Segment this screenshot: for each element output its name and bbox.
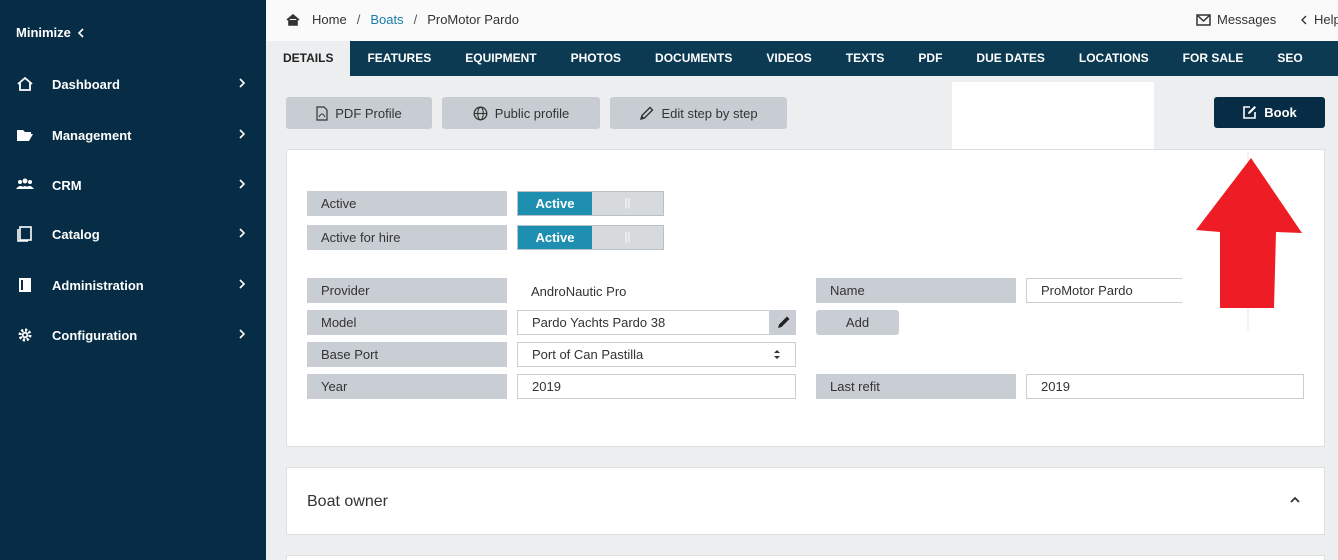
tab-due-dates[interactable]: DUE DATES bbox=[959, 41, 1061, 76]
home-icon bbox=[17, 76, 33, 91]
breadcrumb-home[interactable]: Home bbox=[312, 12, 347, 27]
year-label: Year bbox=[307, 374, 507, 399]
tab-texts[interactable]: TEXTS bbox=[829, 41, 902, 76]
provider-value: AndroNautic Pro bbox=[531, 284, 627, 299]
last-refit-label: Last refit bbox=[816, 374, 1016, 399]
pdf-profile-button[interactable]: PDF Profile bbox=[286, 97, 432, 129]
sidebar-item-label: Catalog bbox=[52, 227, 100, 242]
year-input[interactable]: 2019 bbox=[517, 374, 796, 399]
sidebar-item-label: Dashboard bbox=[52, 77, 120, 92]
book-button[interactable]: Book bbox=[1214, 97, 1325, 128]
sidebar-item-label: Administration bbox=[52, 278, 144, 293]
chevron-right-icon bbox=[239, 129, 246, 139]
base-port-value: Port of Can Pastilla bbox=[532, 347, 644, 362]
tab-for-sale[interactable]: FOR SALE bbox=[1166, 41, 1261, 76]
book-label: Book bbox=[1264, 105, 1297, 120]
chevron-right-icon bbox=[239, 279, 246, 289]
chevron-right-icon bbox=[239, 78, 246, 88]
tab-features[interactable]: FEATURES bbox=[350, 41, 448, 76]
overlay-block bbox=[952, 82, 1154, 150]
active-for-hire-toggle-on: Active bbox=[518, 226, 592, 249]
breadcrumb: Home / Boats / ProMotor Pardo bbox=[286, 12, 519, 27]
folder-open-icon bbox=[17, 130, 33, 141]
active-for-hire-toggle-off: || bbox=[592, 226, 663, 249]
sidebar-item-label: Management bbox=[52, 128, 132, 143]
catalog-icon bbox=[17, 226, 32, 242]
chevron-right-icon bbox=[239, 228, 246, 238]
tab-videos[interactable]: VIDEOS bbox=[749, 41, 828, 76]
breadcrumb-separator: / bbox=[356, 12, 361, 27]
minimize-toggle[interactable]: Minimize bbox=[16, 25, 85, 40]
active-toggle[interactable]: Active || bbox=[517, 191, 664, 216]
sidebar-item-catalog[interactable]: Catalog bbox=[0, 218, 266, 250]
name-label: Name bbox=[816, 278, 1016, 303]
edit-step-label: Edit step by step bbox=[661, 105, 758, 121]
sidebar-item-dashboard[interactable]: Dashboard bbox=[0, 68, 266, 100]
model-input[interactable]: Pardo Yachts Pardo 38 bbox=[517, 310, 770, 335]
sort-arrows-icon bbox=[774, 350, 780, 359]
book-icon bbox=[19, 278, 31, 292]
tab-pdf[interactable]: PDF bbox=[901, 41, 959, 76]
active-toggle-off: || bbox=[592, 192, 663, 215]
messages-label: Messages bbox=[1217, 12, 1277, 27]
tab-equipment[interactable]: EQUIPMENT bbox=[448, 41, 553, 76]
sidebar-item-label: CRM bbox=[52, 178, 82, 193]
edit-square-icon bbox=[1243, 106, 1257, 119]
tab-photos[interactable]: PHOTOS bbox=[554, 41, 638, 76]
breadcrumb-separator: / bbox=[413, 12, 418, 27]
pdf-profile-label: PDF Profile bbox=[335, 105, 402, 121]
sidebar-item-label: Configuration bbox=[52, 328, 138, 343]
breadcrumb-boats[interactable]: Boats bbox=[370, 12, 403, 27]
sidebar-item-management[interactable]: Management bbox=[0, 119, 266, 151]
sidebar-item-configuration[interactable]: Configuration bbox=[0, 319, 266, 351]
envelope-icon bbox=[1196, 13, 1211, 26]
tab-details[interactable]: DETAILS bbox=[266, 41, 351, 76]
base-port-select[interactable]: Port of Can Pastilla bbox=[517, 342, 796, 367]
boat-owner-title: Boat owner bbox=[307, 493, 388, 510]
public-profile-button[interactable]: Public profile bbox=[442, 97, 600, 129]
users-icon bbox=[16, 178, 34, 189]
chevron-left-icon bbox=[77, 27, 84, 38]
provider-label: Provider bbox=[307, 278, 507, 303]
public-profile-label: Public profile bbox=[494, 105, 570, 121]
edit-step-by-step-button[interactable]: Edit step by step bbox=[610, 97, 787, 129]
model-label: Model bbox=[307, 310, 507, 335]
active-for-hire-toggle[interactable]: Active || bbox=[517, 225, 664, 250]
next-panel bbox=[286, 555, 1325, 560]
minimize-label: Minimize bbox=[16, 25, 71, 40]
globe-icon bbox=[473, 106, 488, 120]
model-edit-button[interactable] bbox=[770, 310, 796, 335]
chevron-right-icon bbox=[239, 179, 246, 189]
gear-icon bbox=[18, 328, 32, 342]
pdf-file-icon bbox=[316, 105, 328, 121]
chevron-left-icon bbox=[1301, 15, 1307, 24]
tab-seo[interactable]: SEO bbox=[1260, 41, 1319, 76]
arrow-up-icon bbox=[1196, 152, 1302, 330]
sidebar: Minimize Dashboard Management CRM Catalo… bbox=[0, 0, 266, 560]
sidebar-item-crm[interactable]: CRM bbox=[0, 169, 266, 201]
breadcrumb-current: ProMotor Pardo bbox=[427, 12, 519, 27]
sidebar-item-administration[interactable]: Administration bbox=[0, 269, 266, 301]
help-label: Help bbox=[1314, 12, 1338, 27]
boat-owner-panel[interactable]: Boat owner bbox=[286, 467, 1325, 535]
pencil-icon bbox=[640, 106, 654, 120]
chevron-right-icon bbox=[239, 329, 246, 339]
messages-link[interactable]: Messages bbox=[1196, 12, 1276, 27]
active-for-hire-label: Active for hire bbox=[307, 225, 507, 250]
home-icon[interactable] bbox=[286, 13, 300, 26]
top-bar: Home / Boats / ProMotor Pardo Messages H… bbox=[266, 0, 1338, 41]
pencil-icon bbox=[777, 316, 789, 328]
chevron-up-icon[interactable] bbox=[1288, 495, 1302, 505]
active-label: Active bbox=[307, 191, 507, 216]
help-link[interactable]: Help bbox=[1300, 12, 1338, 27]
add-model-button[interactable]: Add bbox=[816, 310, 899, 335]
tab-bar: DETAILS FEATURES EQUIPMENT PHOTOS DOCUME… bbox=[266, 41, 1338, 76]
tab-documents[interactable]: DOCUMENTS bbox=[638, 41, 749, 76]
last-refit-input[interactable]: 2019 bbox=[1026, 374, 1304, 399]
tab-locations[interactable]: LOCATIONS bbox=[1062, 41, 1166, 76]
base-port-label: Base Port bbox=[307, 342, 507, 367]
active-toggle-on: Active bbox=[518, 192, 592, 215]
